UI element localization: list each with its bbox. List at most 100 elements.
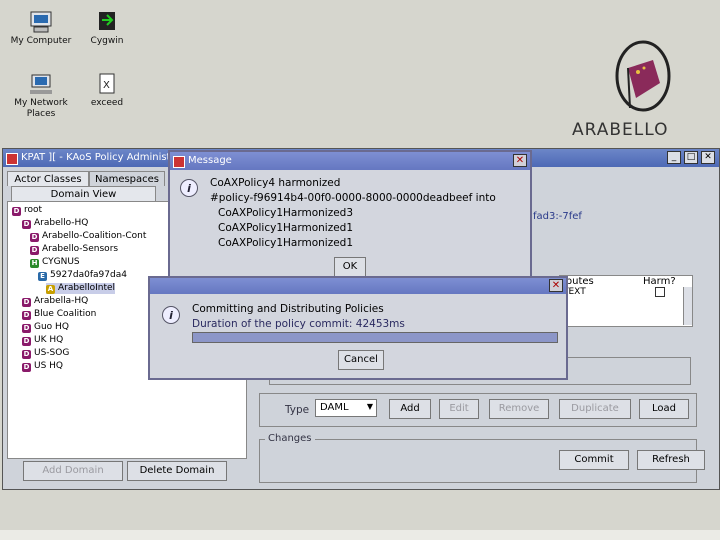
app-icon: [6, 153, 18, 165]
tree-node-icon: D: [22, 337, 31, 346]
message-line: CoAXPolicy1Harmonized1: [218, 222, 354, 234]
tab-actor-classes[interactable]: Actor Classes: [7, 171, 89, 186]
duplicate-button[interactable]: Duplicate: [559, 399, 631, 419]
info-icon: i: [180, 179, 198, 197]
message-dialog-title: Message: [188, 155, 232, 166]
desktop-icon-my-network-places[interactable]: My Network Places: [6, 72, 76, 120]
tree-node-label: UK HQ: [34, 335, 64, 345]
message-line: CoAXPolicy1Harmonized3: [218, 207, 354, 219]
cancel-button[interactable]: Cancel: [338, 350, 384, 370]
tree-node[interactable]: D UK HQ: [22, 335, 63, 346]
progress-bar-fill: [193, 333, 557, 342]
delete-domain-button[interactable]: Delete Domain: [127, 461, 227, 481]
tree-node[interactable]: Droot: [12, 205, 42, 216]
desktop-icon-label: My Network Places: [14, 98, 68, 119]
desktop-icon-label: My Computer: [10, 36, 72, 46]
tree-node-label: Arabello-Sensors: [42, 244, 119, 254]
type-select-value: DAML: [320, 402, 349, 413]
table-scrollbar[interactable]: [683, 287, 692, 325]
desktop-icon-my-computer[interactable]: My Computer: [6, 10, 76, 47]
tree-node[interactable]: D Guo HQ: [22, 322, 69, 333]
computer-icon: [28, 10, 54, 34]
tree-node-label: US-SOG: [34, 348, 70, 358]
tree-node-icon: D: [30, 246, 39, 255]
remove-button[interactable]: Remove: [489, 399, 549, 419]
desktop-icon-label: exceed: [90, 98, 124, 108]
progress-bar: [192, 332, 558, 343]
tree-node-label: Blue Coalition: [34, 309, 97, 319]
chevron-down-icon: ▼: [366, 402, 373, 411]
refresh-button[interactable]: Refresh: [637, 450, 705, 470]
dialog-app-icon: [173, 156, 185, 168]
message-dialog: Message ✕ i CoAXPolicy4 harmonized #poli…: [168, 150, 532, 286]
type-select[interactable]: DAML ▼: [315, 399, 377, 417]
tree-node[interactable]: D Blue Coalition: [22, 309, 96, 320]
add-button[interactable]: Add: [389, 399, 431, 419]
tree-node-label: Arabella-HQ: [34, 296, 89, 306]
tree-node-icon: D: [22, 324, 31, 333]
arabello-logo-graphic: [608, 38, 688, 121]
tree-node[interactable]: D Arabello-Coalition-Cont: [30, 231, 146, 242]
desktop-icon-cygwin[interactable]: Cygwin: [72, 10, 142, 47]
tree-node[interactable]: D Arabello-Sensors: [30, 244, 118, 255]
tree-node-label: CYGNUS: [42, 257, 80, 267]
type-label: Type: [285, 404, 310, 416]
tree-node-label: Arabello-Coalition-Cont: [42, 231, 147, 241]
tree-node-icon: D: [22, 350, 31, 359]
desktop-icon-exceed[interactable]: X exceed: [72, 72, 142, 109]
message-line: #policy-f96914b4-00f0-0000-8000-0000dead…: [210, 192, 496, 204]
network-icon: [28, 72, 54, 96]
commit-progress-dialog: ✕ i Committing and Distributing Policies…: [148, 276, 568, 380]
changes-label: Changes: [265, 433, 315, 444]
progress-title: Committing and Distributing Policies: [192, 303, 384, 315]
maximize-button[interactable]: □: [684, 151, 698, 164]
tree-node[interactable]: D Arabella-HQ: [22, 296, 88, 307]
exceed-icon: X: [94, 72, 120, 96]
table-header-harm: Harm?: [643, 276, 676, 287]
tree-node-label: US HQ: [34, 361, 64, 371]
load-button[interactable]: Load: [639, 399, 689, 419]
tree-node-label: ArabelloIntel: [58, 283, 116, 293]
tree-node-label: 5927da0fa97da4: [50, 270, 127, 280]
tree-node-icon: D: [30, 233, 39, 242]
message-line: CoAXPolicy1Harmonized1: [218, 237, 354, 249]
tree-node-icon: D: [12, 207, 21, 216]
tree-node[interactable]: E 5927da0fa97da4: [38, 270, 127, 281]
arabello-logo-text: ARABELLO: [572, 120, 669, 140]
tree-node-icon: E: [38, 272, 47, 281]
tree-node[interactable]: A ArabelloIntel: [46, 283, 116, 294]
close-button[interactable]: ✕: [701, 151, 715, 164]
tab-domain-view[interactable]: Domain View: [11, 186, 156, 201]
desktop-icon-label: Cygwin: [90, 36, 124, 46]
harm-checkbox[interactable]: [655, 287, 665, 297]
svg-text:X: X: [103, 80, 110, 91]
progress-duration: Duration of the policy commit: 42453ms: [192, 318, 405, 330]
commit-button[interactable]: Commit: [559, 450, 629, 470]
info-icon: i: [162, 306, 180, 324]
tree-node-icon: D: [22, 220, 31, 229]
tree-node-label: root: [24, 205, 43, 215]
close-icon[interactable]: ✕: [513, 154, 527, 167]
policy-id-fragment: fad3:-7fef: [533, 211, 582, 222]
tree-node-label: Guo HQ: [34, 322, 69, 332]
taskbar: [0, 530, 720, 540]
window-title: KPAT ][ - KAoS Policy Administrat: [21, 152, 185, 163]
minimize-button[interactable]: _: [667, 151, 681, 164]
tab-namespaces[interactable]: Namespaces: [89, 171, 165, 186]
tree-node[interactable]: D US HQ: [22, 361, 63, 372]
tree-node[interactable]: D US-SOG: [22, 348, 69, 359]
ok-button[interactable]: OK: [334, 257, 366, 277]
message-line: CoAXPolicy4 harmonized: [210, 177, 341, 189]
tree-node-icon: D: [22, 363, 31, 372]
cygwin-icon: [94, 10, 120, 34]
changes-group: [259, 439, 697, 483]
tree-node[interactable]: H CYGNUS: [30, 257, 80, 268]
close-icon[interactable]: ✕: [549, 279, 563, 292]
edit-button[interactable]: Edit: [439, 399, 479, 419]
tree-node-icon: D: [22, 298, 31, 307]
message-dialog-titlebar[interactable]: Message: [170, 152, 530, 170]
add-domain-button[interactable]: Add Domain: [23, 461, 123, 481]
tree-node-icon: H: [30, 259, 39, 268]
tree-node[interactable]: D Arabello-HQ: [22, 218, 88, 229]
progress-dialog-titlebar[interactable]: [150, 278, 566, 294]
